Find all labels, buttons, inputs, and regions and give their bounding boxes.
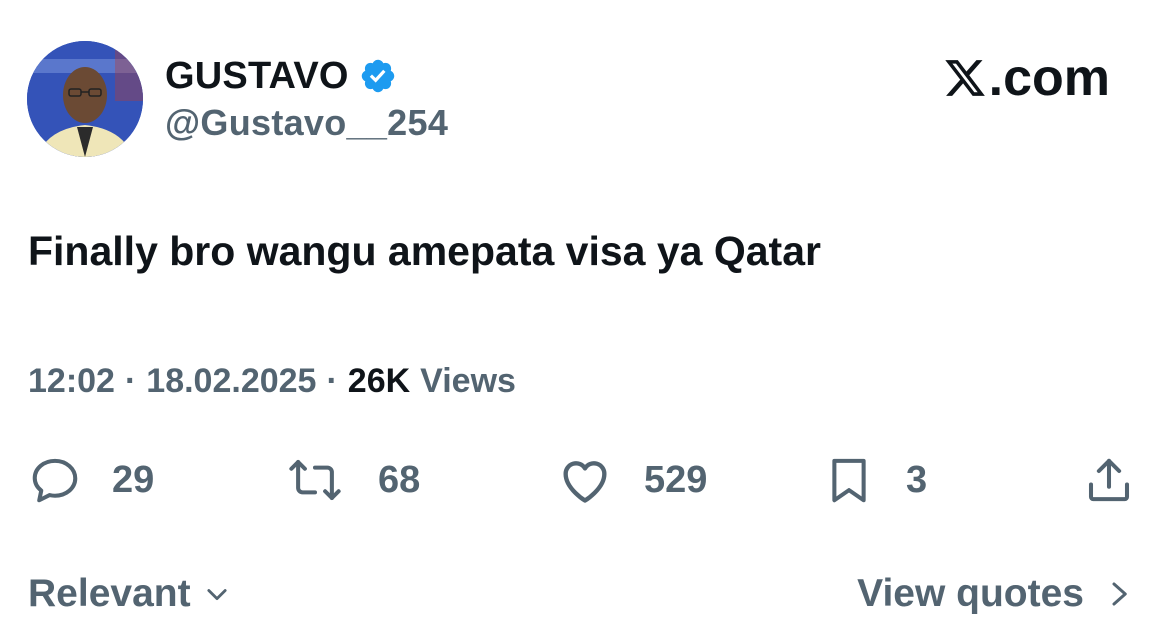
repost-button[interactable]: 68 xyxy=(288,448,420,512)
brand-logo: .com xyxy=(943,49,1110,107)
view-quotes-label: View quotes xyxy=(857,572,1084,615)
tweet-date[interactable]: 18.02.2025 xyxy=(146,362,316,401)
repost-icon xyxy=(289,459,341,501)
reply-button[interactable]: 29 xyxy=(28,448,154,512)
author-name-row[interactable]: GUSTAVO xyxy=(165,52,397,100)
x-logo-icon xyxy=(944,60,985,96)
bookmark-button[interactable]: 3 xyxy=(822,448,927,512)
display-name[interactable]: GUSTAVO xyxy=(165,55,349,98)
meta-separator: · xyxy=(326,362,338,400)
like-button[interactable]: 529 xyxy=(556,448,707,512)
chevron-down-icon xyxy=(207,589,227,601)
avatar-image xyxy=(27,41,143,157)
tweet-text: Finally bro wangu amepata visa ya Qatar xyxy=(28,228,821,274)
share-button[interactable] xyxy=(1082,448,1136,512)
view-quotes-link[interactable]: View quotes xyxy=(857,572,1132,616)
action-bar: 29 68 529 3 xyxy=(0,448,1170,512)
like-count: 529 xyxy=(644,458,708,501)
reply-count: 29 xyxy=(112,458,155,501)
repost-count: 68 xyxy=(378,458,421,501)
views-label: Views xyxy=(420,362,516,400)
brand-domain: .com xyxy=(988,49,1110,107)
chevron-right-icon xyxy=(1112,582,1127,606)
heart-icon xyxy=(563,461,607,503)
tweet-meta: 12:02 · 18.02.2025 · 26K Views xyxy=(28,362,516,401)
bookmark-count: 3 xyxy=(906,458,928,501)
bookmark-icon xyxy=(832,458,866,503)
sort-label: Relevant xyxy=(28,572,191,615)
tweet-time[interactable]: 12:02 xyxy=(28,362,115,401)
avatar[interactable] xyxy=(27,41,143,157)
views-count: 26K xyxy=(347,362,411,400)
share-icon xyxy=(1088,458,1130,502)
reply-icon xyxy=(32,458,78,503)
verified-badge-icon xyxy=(361,59,394,93)
sort-dropdown[interactable]: Relevant xyxy=(28,572,231,616)
handle[interactable]: @Gustavo__254 xyxy=(165,102,448,144)
meta-separator: · xyxy=(124,362,137,400)
